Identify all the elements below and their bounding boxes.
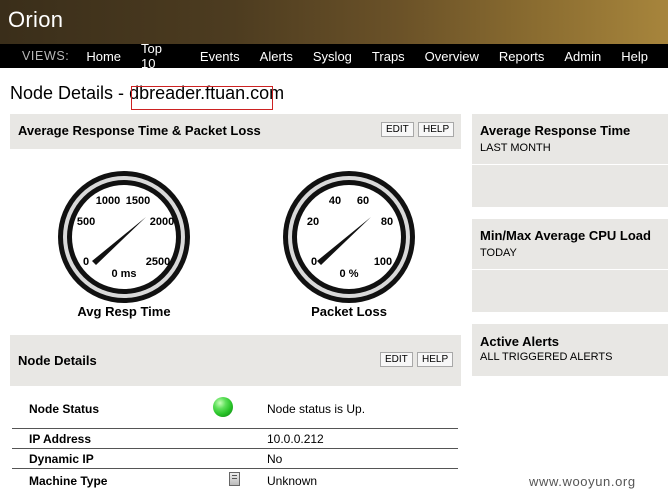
gauge-tick: 0 [311, 256, 317, 268]
gauge-tick: 100 [374, 256, 392, 268]
nav-home[interactable]: Home [86, 49, 121, 64]
sidebar-panel-divider [472, 164, 668, 165]
nav-events[interactable]: Events [200, 49, 240, 64]
gauge-tick: 20 [307, 216, 319, 228]
row-value-machine-type: Unknown [267, 474, 318, 488]
highlight-box [131, 86, 273, 110]
nav-reports[interactable]: Reports [499, 49, 545, 64]
response-help-button[interactable]: HELP [418, 122, 455, 137]
gauge-unit-text: 0 % [340, 268, 359, 280]
sidebar-panel-subtitle: TODAY [480, 247, 517, 259]
gauge-tick: 1500 [126, 195, 150, 207]
row-divider [12, 468, 458, 469]
node-edit-button[interactable]: EDIT [380, 352, 413, 367]
nav-traps[interactable]: Traps [372, 49, 405, 64]
gauge-tick: 1000 [96, 195, 120, 207]
gauge-tick: 2500 [146, 256, 170, 268]
header-banner: Orion [0, 0, 668, 44]
row-value-ip-address: 10.0.0.212 [267, 432, 324, 446]
response-edit-button[interactable]: EDIT [381, 122, 414, 137]
sidebar-panel-title: Min/Max Average CPU Load [480, 228, 651, 243]
packet-loss-gauge: 0 20 40 60 80 100 0 % [283, 171, 415, 303]
gauge-tick: 80 [381, 216, 393, 228]
gauge-tick: 2000 [150, 216, 174, 228]
sidebar-panel-subtitle: ALL TRIGGERED ALERTS [480, 351, 613, 363]
gauge-unit-text: 0 ms [111, 268, 136, 280]
app-title: Orion [8, 7, 64, 32]
sidebar-panel-divider [472, 269, 668, 270]
sidebar-panel-title: Average Response Time [480, 123, 631, 138]
row-label-ip-address: IP Address [29, 432, 92, 446]
nav-alerts[interactable]: Alerts [260, 49, 293, 64]
sidebar-panel-active-alerts: Active Alerts ALL TRIGGERED ALERTS [472, 324, 668, 376]
response-panel-title: Average Response Time & Packet Loss [18, 123, 261, 138]
row-value-node-status: Node status is Up. [267, 402, 366, 416]
row-value-dynamic-ip: No [267, 452, 283, 466]
nav-top-10[interactable]: Top 10 [141, 41, 180, 71]
sidebar-panel-subtitle: LAST MONTH [480, 142, 551, 154]
packet-loss-gauge-label: Packet Loss [311, 304, 387, 319]
page-title-prefix: Node Details - [10, 83, 130, 103]
resp-time-gauge-label: Avg Resp Time [77, 304, 171, 319]
gauge-tick: 500 [77, 216, 95, 228]
gauge-tick: 40 [329, 195, 341, 207]
node-help-button[interactable]: HELP [417, 352, 454, 367]
main-nav: VIEWS: Home Top 10 Events Alerts Syslog … [0, 41, 668, 71]
row-label-dynamic-ip: Dynamic IP [29, 452, 94, 466]
nav-admin[interactable]: Admin [564, 49, 601, 64]
machine-icon [229, 472, 240, 486]
nav-overview[interactable]: Overview [425, 49, 479, 64]
gauge-tick: 60 [357, 195, 369, 207]
nav-views-label: VIEWS: [22, 49, 70, 63]
gauge-tick: 0 [83, 256, 89, 268]
sidebar-panel-avg-response: Average Response Time LAST MONTH [472, 114, 668, 207]
sidebar-panel-cpu-load: Min/Max Average CPU Load TODAY [472, 219, 668, 312]
nav-help[interactable]: Help [621, 49, 648, 64]
row-label-machine-type: Machine Type [29, 474, 108, 488]
row-divider [12, 448, 458, 449]
watermark: www.wooyun.org [529, 474, 636, 489]
resp-time-gauge: 0 500 1000 1500 2000 2500 0 ms [58, 171, 190, 303]
node-panel-title: Node Details [18, 353, 97, 368]
sidebar-panel-title: Active Alerts [480, 334, 559, 349]
row-divider [12, 428, 458, 429]
status-up-icon [213, 397, 233, 417]
response-panel-header: Average Response Time & Packet Loss EDIT… [10, 114, 461, 149]
nav-syslog[interactable]: Syslog [313, 49, 352, 64]
row-label-node-status: Node Status [29, 402, 100, 416]
node-panel-header: Node Details EDIT HELP [10, 335, 461, 386]
